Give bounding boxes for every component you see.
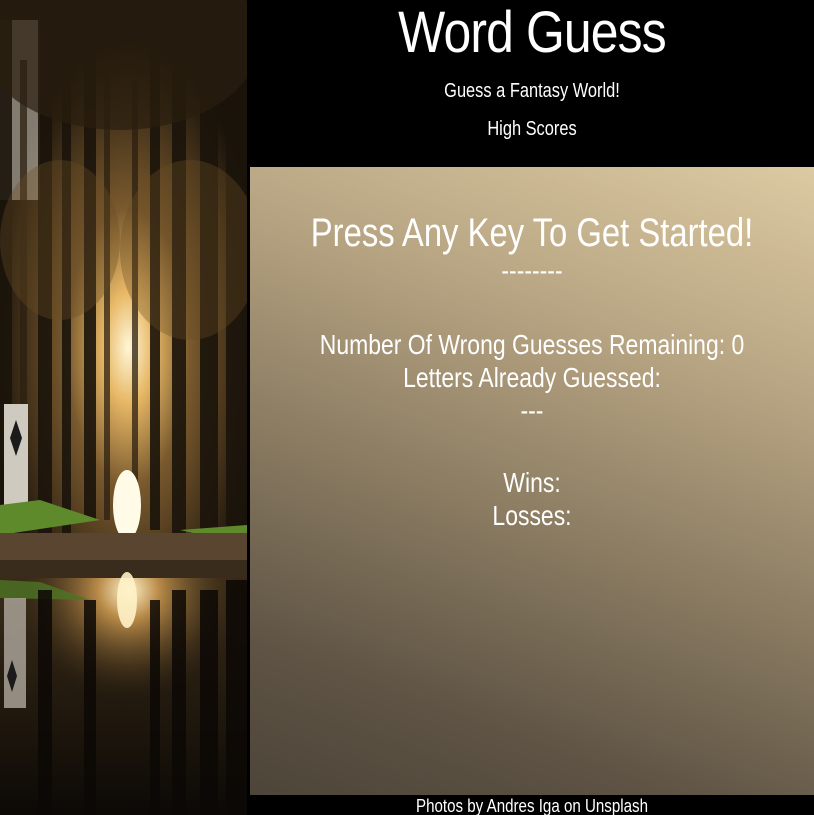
losses-counter: Losses:: [492, 500, 572, 531]
page-subtitle: Guess a Fantasy World!: [444, 80, 620, 102]
forest-photo: [0, 0, 247, 815]
wrong-guesses-remaining: Number Of Wrong Guesses Remaining: 0: [319, 329, 745, 360]
forest-photo-image: [0, 0, 247, 815]
word-placeholder: --------: [501, 255, 563, 286]
photo-credit: Photos by Andres Iga on Unsplash: [295, 795, 769, 815]
header: Word Guess Guess a Fantasy World! High S…: [250, 0, 814, 167]
high-scores-link[interactable]: High Scores: [301, 116, 763, 142]
letters-guessed-value: ---: [520, 395, 544, 426]
page: Word Guess Guess a Fantasy World! High S…: [0, 0, 814, 815]
letters-guessed-label: Letters Already Guessed:: [403, 362, 661, 393]
game-panel: Press Any Key To Get Started! -------- N…: [250, 167, 814, 795]
wins-counter: Wins:: [503, 467, 561, 498]
page-title: Word Guess: [398, 0, 667, 65]
start-prompt: Press Any Key To Get Started!: [310, 211, 754, 255]
